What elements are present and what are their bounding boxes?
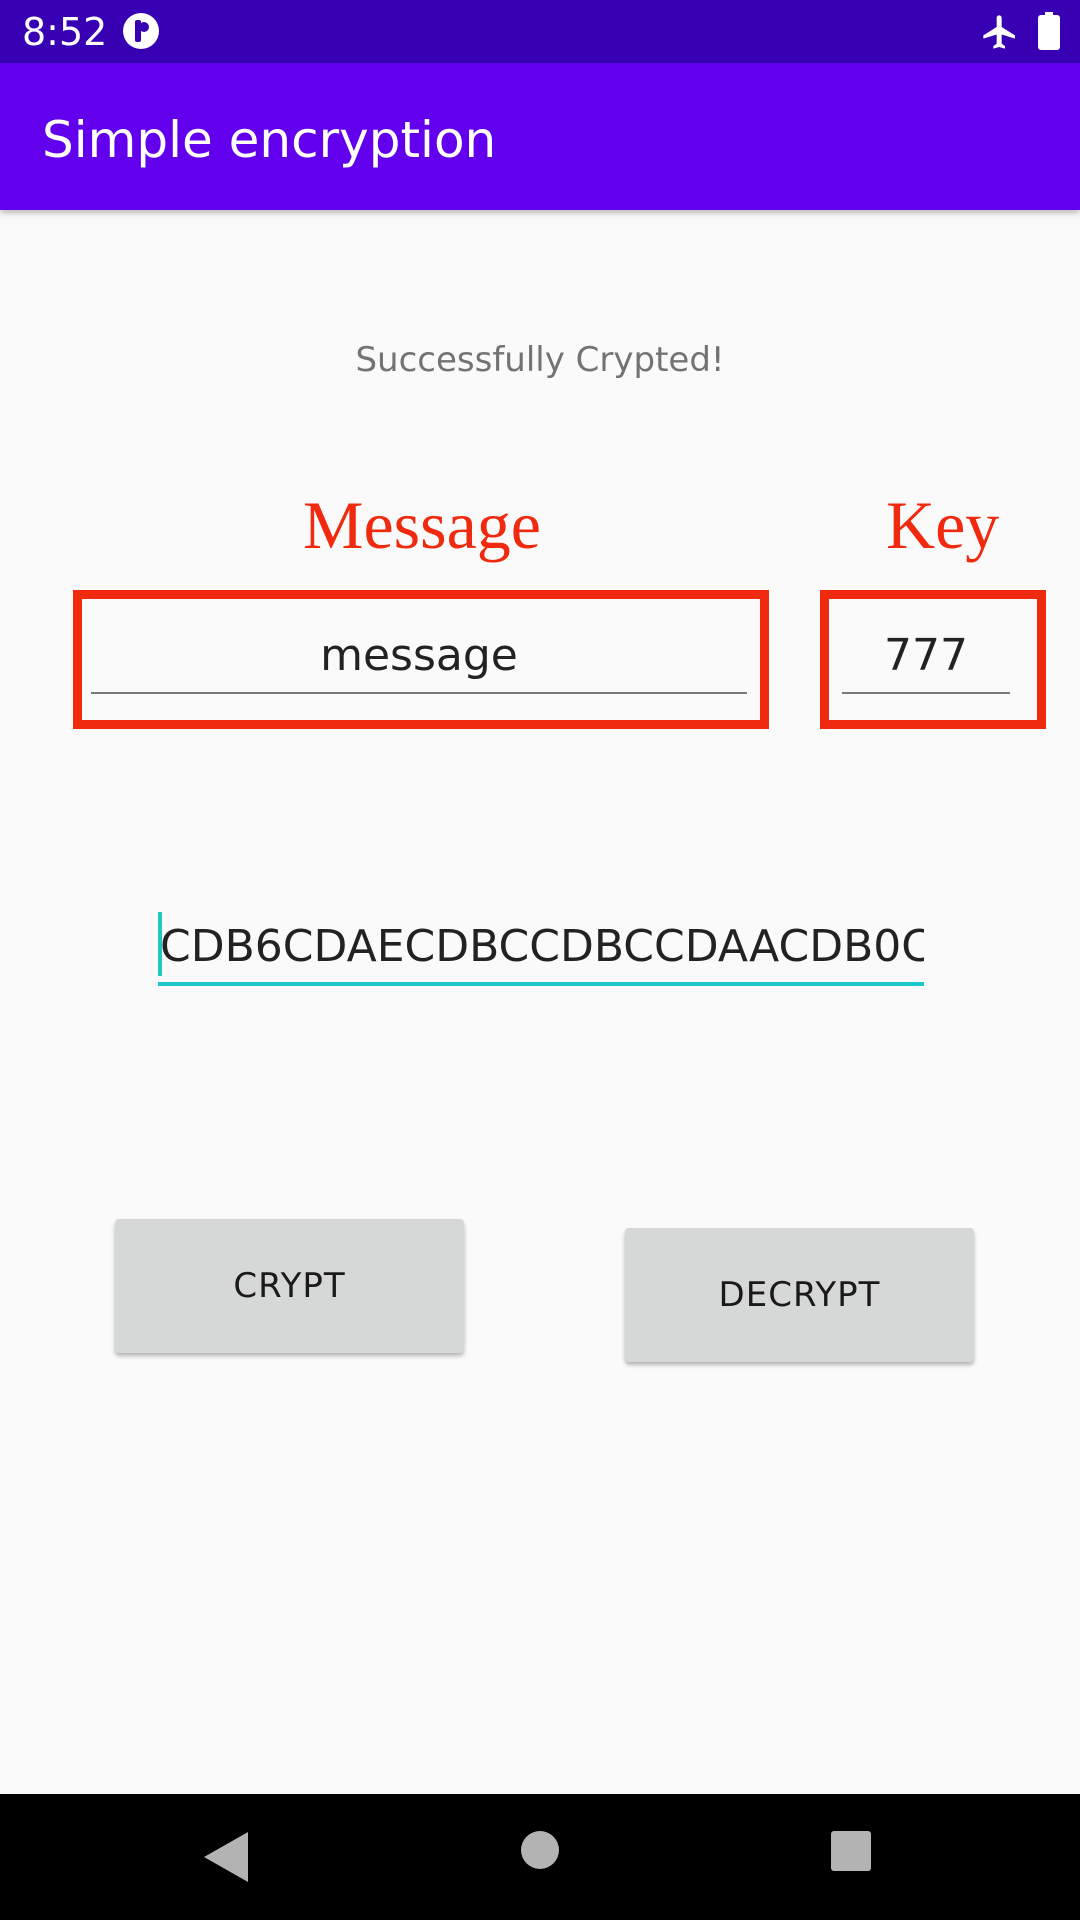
key-annotation-label: Key <box>886 487 1000 563</box>
status-message: Successfully Crypted! <box>355 340 725 380</box>
screen: 8:52 Simple encryption Successfully Cryp… <box>0 0 1080 1920</box>
recents-icon[interactable] <box>830 1830 872 1872</box>
crypt-button[interactable]: CRYPT <box>115 1219 464 1353</box>
decrypt-button[interactable]: DECRYPT <box>625 1228 974 1362</box>
back-icon[interactable] <box>200 1830 250 1884</box>
navigation-bar <box>0 1794 1080 1920</box>
battery-icon <box>1038 12 1060 50</box>
app-notification-icon <box>123 13 159 49</box>
app-title: Simple encryption <box>42 111 497 169</box>
app-bar: Simple encryption <box>0 63 1080 210</box>
home-icon[interactable] <box>520 1830 560 1870</box>
key-input[interactable]: 777 <box>842 626 1010 694</box>
status-bar: 8:52 <box>0 0 1080 63</box>
message-annotation-label: Message <box>303 487 541 563</box>
output-field[interactable]: CDB6CDAECDBCCDBCCDAACDB0CD <box>158 912 924 986</box>
message-input[interactable]: message <box>91 626 747 694</box>
status-time: 8:52 <box>22 10 108 54</box>
airplane-mode-icon <box>983 15 1015 49</box>
output-text: CDB6CDAECDBCCDBCCDAACDB0CD <box>160 921 924 972</box>
